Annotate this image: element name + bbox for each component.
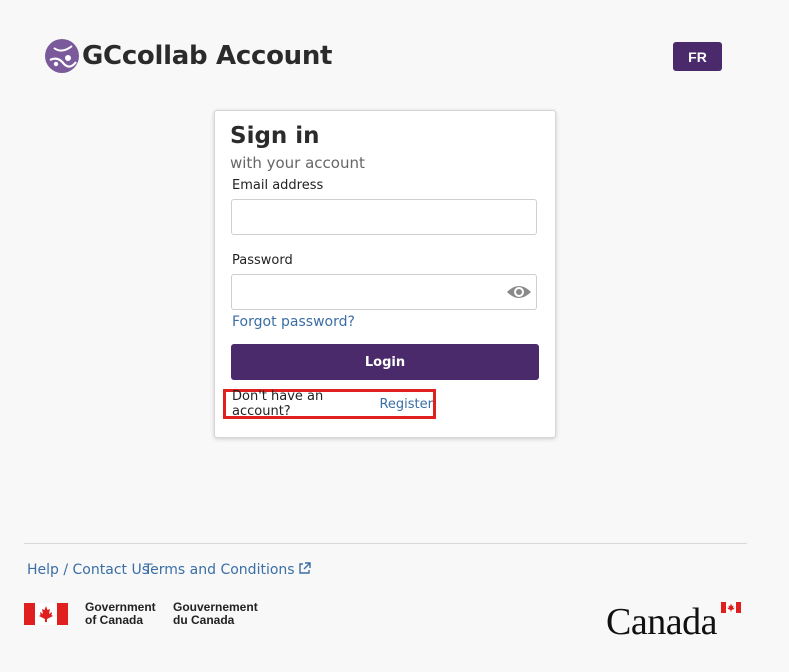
language-toggle-button[interactable]: FR (673, 42, 722, 71)
app-title: GCcollab Account (82, 41, 333, 71)
forgot-password-link[interactable]: Forgot password? (232, 314, 355, 330)
no-account-text: Don't have an account? (232, 389, 324, 419)
canada-wordmark: Canada (606, 601, 717, 643)
gouvernement-du-canada-fr: Gouvernement du Canada (173, 601, 258, 627)
email-label: Email address (232, 178, 324, 193)
terms-link-label: Terms and Conditions (144, 562, 295, 578)
register-prompt: Don't have an account? Register (223, 389, 436, 419)
app-logo: GCcollab Account (44, 38, 332, 74)
login-button[interactable]: Login (231, 344, 539, 380)
footer-divider (24, 543, 747, 544)
canada-wordmark-flag-icon (721, 602, 741, 613)
password-field[interactable] (231, 274, 537, 310)
gccollab-globe-icon (45, 39, 79, 73)
signin-title: Sign in (230, 123, 320, 149)
external-link-icon (298, 562, 311, 574)
terms-link[interactable]: Terms and Conditions (144, 562, 311, 578)
gov-fr-line2: du Canada (173, 613, 235, 627)
gov-en-line2: of Canada (85, 613, 144, 627)
government-of-canada-en: Government of Canada (85, 601, 156, 627)
help-contact-link[interactable]: Help / Contact Us (27, 562, 149, 578)
register-link[interactable]: Register (379, 397, 433, 412)
email-field[interactable] (231, 199, 537, 235)
canada-flag-icon (24, 603, 68, 625)
signin-subtitle: with your account (230, 154, 365, 172)
password-label: Password (232, 253, 293, 268)
show-password-eye-icon[interactable] (506, 283, 532, 301)
